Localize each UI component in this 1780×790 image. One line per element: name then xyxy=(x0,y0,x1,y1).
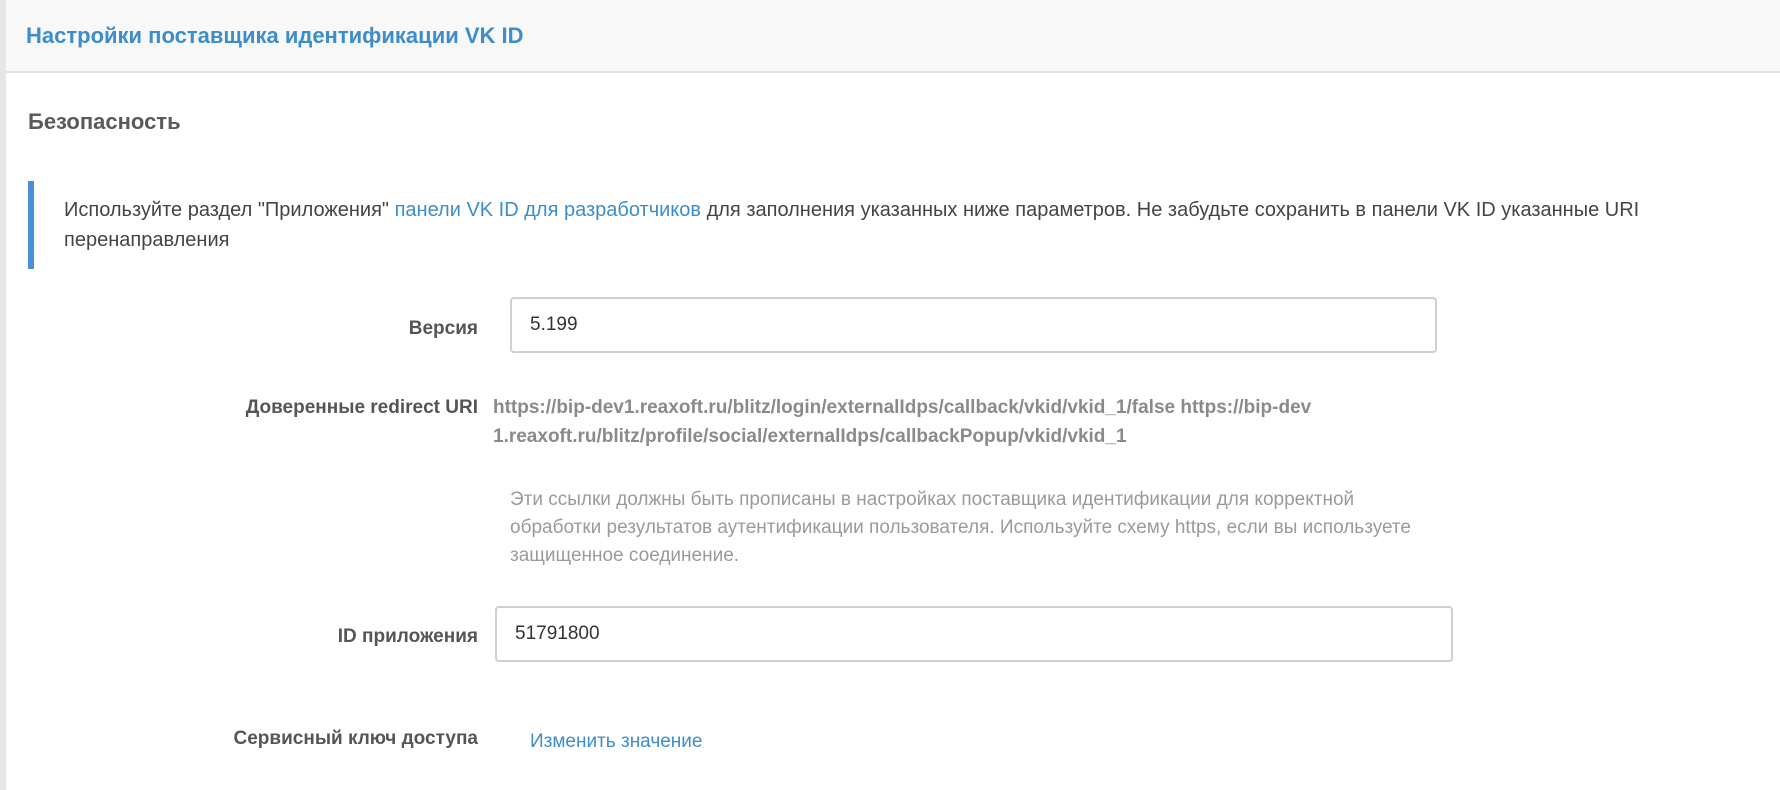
panel-title: Настройки поставщика идентификации VK ID xyxy=(26,22,524,48)
change-value-link[interactable]: Изменить значение xyxy=(530,731,702,753)
panel-header: Настройки поставщика идентификации VK ID xyxy=(6,0,1780,73)
version-input[interactable] xyxy=(510,297,1437,353)
developer-panel-link[interactable]: панели VK ID для разработчиков xyxy=(395,199,701,221)
callout-text-before: Используйте раздел "Приложения" xyxy=(64,199,395,221)
redirect-uri-value: https://bip-dev1.reaxoft.ru/blitz/login/… xyxy=(493,397,1312,447)
info-callout: Используйте раздел "Приложения" панели V… xyxy=(28,181,1780,269)
page: Настройки поставщика идентификации VK ID… xyxy=(0,0,1780,790)
redirect-uri-label: Доверенные redirect URI xyxy=(245,397,478,418)
section-title: Безопасность xyxy=(28,109,181,134)
redirect-uri-help: Эти ссылки должны быть прописаны в настр… xyxy=(510,489,1411,566)
version-label: Версия xyxy=(408,318,478,339)
service-key-label: Сервисный ключ доступа xyxy=(233,728,478,749)
app-id-label: ID приложения xyxy=(337,626,478,647)
app-id-input[interactable] xyxy=(495,606,1453,662)
